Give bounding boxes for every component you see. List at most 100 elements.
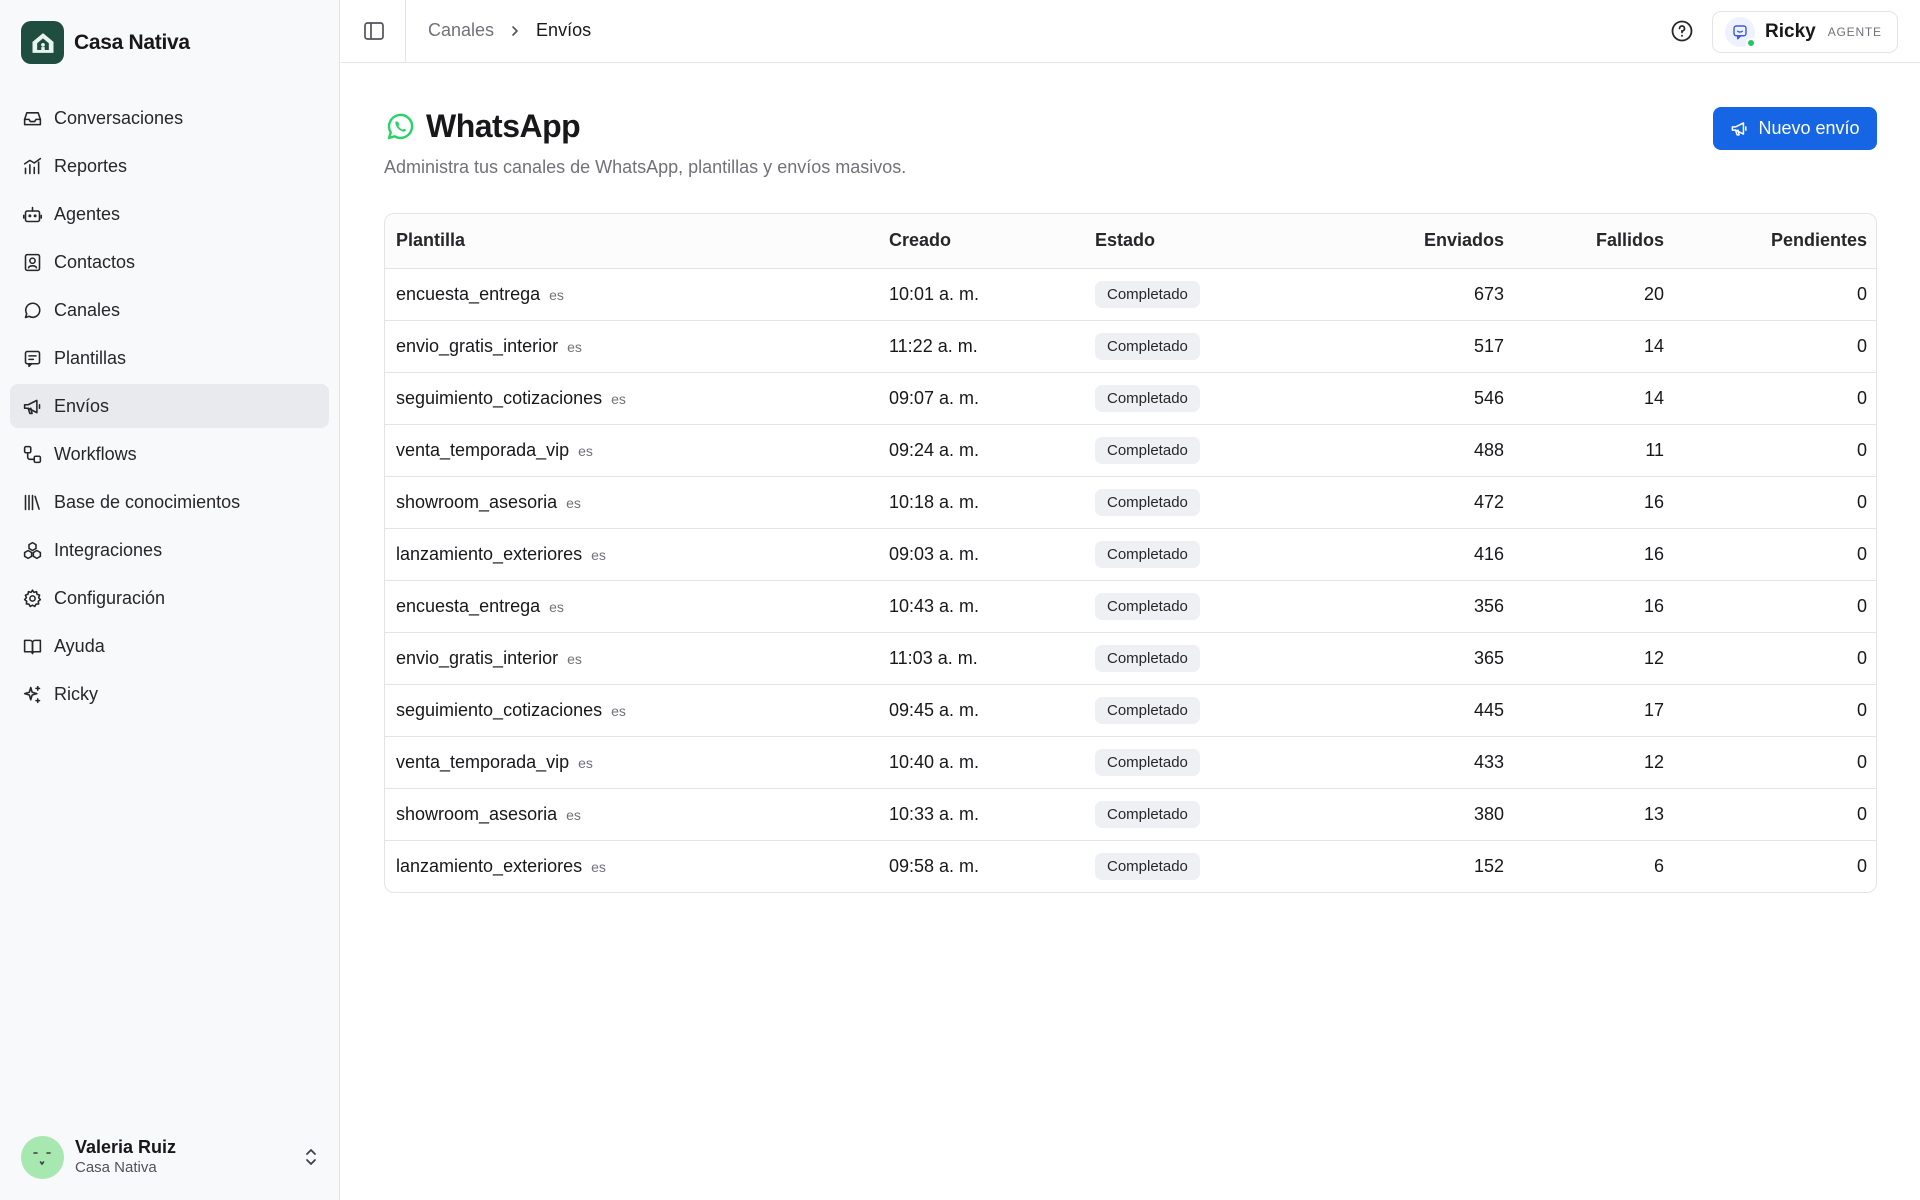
template-language: es <box>549 286 564 303</box>
table-row[interactable]: lanzamiento_exteriores es 09:03 a. m. Compl… <box>385 528 1876 581</box>
cell-template: seguimiento_cotizaciones es <box>385 372 878 425</box>
sidebar-item-label: Agentes <box>54 203 121 224</box>
page-subtitle: Administra tus canales de WhatsApp, plan… <box>384 157 907 177</box>
sidebar-item-conversaciones[interactable]: Conversaciones <box>10 96 329 140</box>
table-row[interactable]: lanzamiento_exteriores es 09:58 a. m. Compl… <box>385 840 1876 892</box>
cell-pending: 0 <box>1675 684 1876 737</box>
cell-pending: 0 <box>1675 268 1876 321</box>
template-language: es <box>578 442 593 459</box>
user-name: Valeria Ruiz <box>75 1137 177 1157</box>
sidebar-item-agentes[interactable]: Agentes <box>10 192 329 236</box>
cell-failed: 13 <box>1515 788 1675 841</box>
cell-created: 09:58 a. m. <box>889 855 980 876</box>
table-row[interactable]: showroom_asesoria es 10:18 a. m. Completado… <box>385 476 1876 529</box>
cell-failed: 12 <box>1515 736 1675 789</box>
cell-pending: 0 <box>1856 855 1867 876</box>
template-language: es <box>566 494 581 511</box>
template-name: encuesta_entrega <box>396 595 541 616</box>
table-row[interactable]: venta_temporada_vip es 09:24 a. m. Completa… <box>385 424 1876 477</box>
sidebar-item-label: Contactos <box>54 251 136 272</box>
status-badge: Completado <box>1095 748 1200 776</box>
sidebar-item-reportes[interactable]: Reportes <box>10 144 329 188</box>
table-row[interactable]: showroom_asesoria es 10:33 a. m. Completado… <box>385 788 1876 841</box>
column-header-estado: Estado <box>1084 214 1320 269</box>
sidebar-item-ricky[interactable]: Ricky <box>10 672 329 716</box>
cell-template: envio_gratis_interior es <box>385 320 878 373</box>
template-name: seguimiento_cotizaciones <box>396 387 603 408</box>
cell-template: encuesta_entrega es <box>385 580 878 633</box>
cell-sent: 445 <box>1320 684 1515 737</box>
table-row[interactable]: envio_gratis_interior es 11:22 a. m. Comple… <box>385 320 1876 373</box>
brand[interactable]: Casa Nativa <box>21 21 190 64</box>
template-language: es <box>549 598 564 615</box>
template-name: venta_temporada_vip <box>396 751 570 772</box>
template-name: showroom_asesoria <box>396 803 558 824</box>
cell-pending: 0 <box>1675 580 1876 633</box>
cell-template: seguimiento_cotizaciones es <box>385 684 878 737</box>
cell-created: 09:07 a. m. <box>878 372 1084 425</box>
sidebar-item-label: Ayuda <box>54 635 105 656</box>
cell-template: venta_temporada_vip es <box>385 424 878 477</box>
sidebar-toggle-icon[interactable] <box>363 20 385 42</box>
new-send-button[interactable]: Nuevo envío <box>1713 107 1877 150</box>
sidebar-item-configuracion[interactable]: Configuración <box>10 576 329 620</box>
sidebar-item-base-conocimientos[interactable]: Base de conocimientos <box>10 480 329 524</box>
sidebar-item-ayuda[interactable]: Ayuda <box>10 624 329 668</box>
avatar-face-icon <box>33 1151 51 1165</box>
cell-status: Completado <box>1084 476 1320 529</box>
cell-created: 11:03 a. m. <box>878 632 1084 685</box>
breadcrumb-canales[interactable]: Canales <box>428 20 494 41</box>
sidebar-item-label: Envíos <box>54 395 110 416</box>
gear-icon <box>21 587 43 609</box>
sidebar-item-label: Base de conocimientos <box>54 491 241 512</box>
cell-template: envio_gratis_interior es <box>385 632 878 685</box>
sidebar-item-label: Canales <box>54 299 121 320</box>
avatar <box>21 1135 64 1179</box>
chat-bubble-icon <box>21 299 43 321</box>
table-row[interactable]: seguimiento_cotizaciones es 09:07 a. m. Com… <box>385 372 1876 425</box>
table-header-row: Plantilla Creado Estado Enviados Fallido… <box>385 214 1876 269</box>
cell-sent: 152 <box>1473 855 1504 876</box>
sidebar-item-label: Ricky <box>54 683 98 704</box>
sidebar-item-label: Integraciones <box>54 539 163 560</box>
table-row[interactable]: envio_gratis_interior es 11:03 a. m. Comple… <box>385 632 1876 685</box>
table-row[interactable]: venta_temporada_vip es 10:40 a. m. Completa… <box>385 736 1876 789</box>
cell-status: Completado <box>1084 736 1320 789</box>
sidebar-item-plantillas[interactable]: Plantillas <box>10 336 329 380</box>
status-badge: Completado <box>1095 436 1200 464</box>
sidebar-item-workflows[interactable]: Workflows <box>10 432 329 476</box>
cell-failed: 14 <box>1515 320 1675 373</box>
status-badge: Completado <box>1095 488 1200 516</box>
agent-button[interactable]: Ricky AGENTE <box>1712 11 1898 53</box>
megaphone-icon <box>21 395 43 417</box>
column-header-pendientes: Pendientes <box>1675 214 1876 269</box>
sidebar-item-envios[interactable]: Envíos <box>10 384 329 428</box>
breadcrumb-current: Envíos <box>536 20 592 40</box>
agent-tag: AGENTE <box>1827 25 1882 39</box>
user-menu[interactable]: Valeria Ruiz Casa Nativa <box>21 1135 321 1179</box>
cell-sent: 472 <box>1320 476 1515 529</box>
cell-pending: 0 <box>1675 528 1876 581</box>
cell-template: showroom_asesoria es <box>385 476 878 529</box>
sidebar-item-integraciones[interactable]: Integraciones <box>10 528 329 572</box>
table-row[interactable]: seguimiento_cotizaciones es 09:45 a. m. Com… <box>385 684 1876 737</box>
template-language: es <box>611 390 626 407</box>
template-name: lanzamiento_exteriores <box>396 855 583 876</box>
column-header-plantilla: Plantilla <box>385 214 878 269</box>
book-icon <box>21 635 43 657</box>
cell-created: 10:40 a. m. <box>878 736 1084 789</box>
chevron-right-icon <box>508 24 522 38</box>
table-row[interactable]: encuesta_entrega es 10:01 a. m. Completado 6… <box>385 268 1876 321</box>
sidebar-item-contactos[interactable]: Contactos <box>10 240 329 284</box>
cell-created: 09:45 a. m. <box>878 684 1084 737</box>
sidebar-item-canales[interactable]: Canales <box>10 288 329 332</box>
table-row[interactable]: encuesta_entrega es 10:43 a. m. Completado 3… <box>385 580 1876 633</box>
help-icon[interactable] <box>1670 19 1694 43</box>
workflow-icon <box>21 443 43 465</box>
column-header-creado: Creado <box>878 214 1084 269</box>
whatsapp-icon <box>387 113 414 139</box>
sidebar: Casa Nativa Conversaciones Reportes Agen… <box>0 0 340 1200</box>
cell-created: 10:01 a. m. <box>878 268 1084 321</box>
column-header-fallidos: Fallidos <box>1515 214 1675 269</box>
cell-created: 11:22 a. m. <box>878 320 1084 373</box>
